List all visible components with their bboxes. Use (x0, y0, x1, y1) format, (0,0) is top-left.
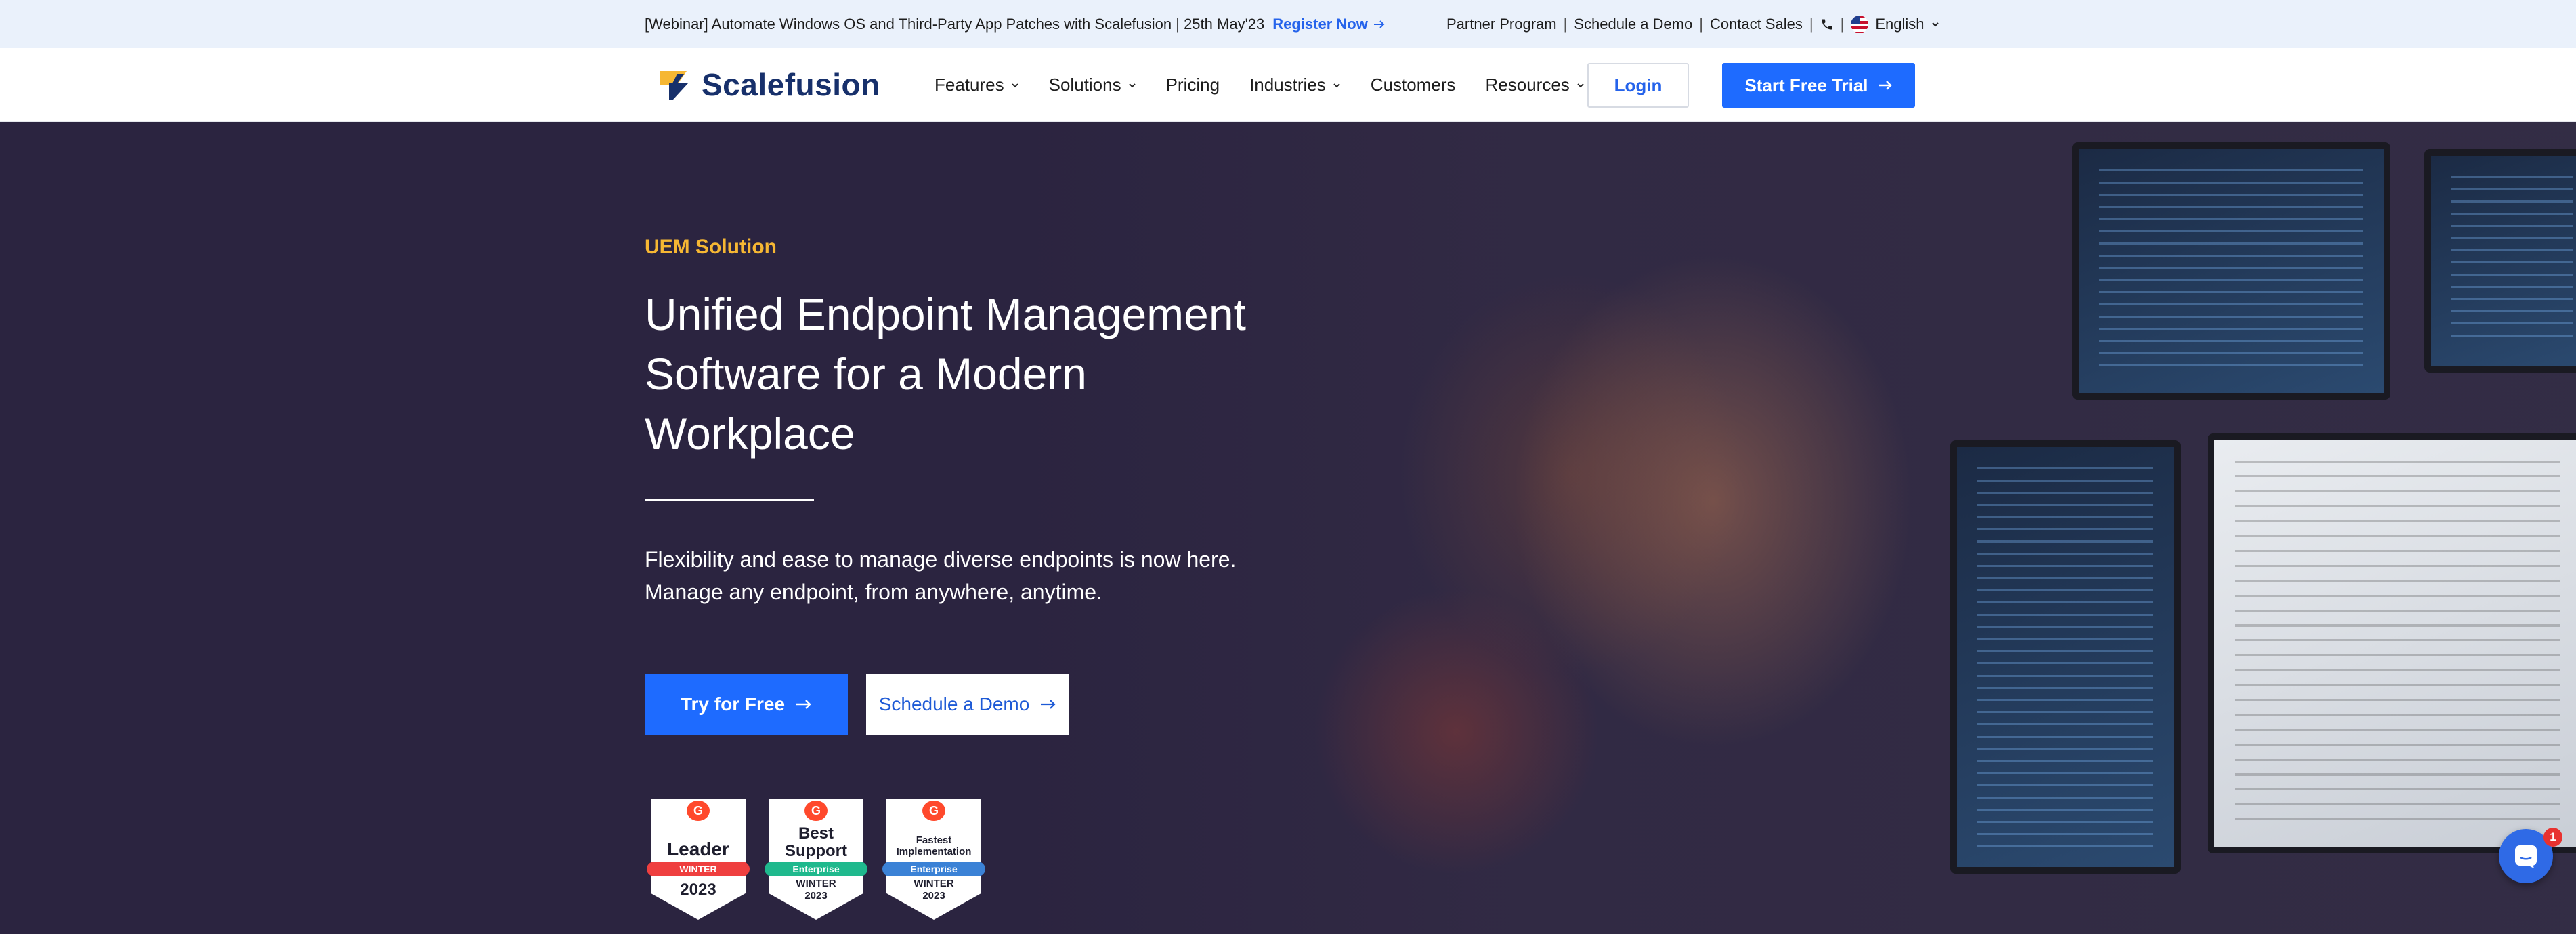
register-now-link[interactable]: Register Now (1272, 16, 1386, 33)
badge-title-line: Fastest (916, 834, 952, 846)
scalefusion-logo-icon (660, 71, 688, 100)
badge-season-line: WINTER (914, 878, 954, 889)
background-monitor (2208, 433, 2576, 853)
g2-badges: G Leader WINTER 2023 G Best Support Ente… (647, 799, 985, 921)
g2-logo-icon: G (922, 801, 945, 821)
chevron-down-icon (1011, 83, 1018, 87)
phone-icon[interactable] (1820, 18, 1834, 31)
language-label: English (1875, 15, 1925, 33)
badge-title: Best Support (769, 825, 863, 860)
register-now-label: Register Now (1272, 15, 1368, 33)
badge-season: 2023 (680, 880, 716, 899)
hero-section: UEM Solution Unified Endpoint Management… (0, 122, 2576, 934)
g2-badge-fastest-implementation: G Fastest Implementation Enterprise WINT… (882, 799, 985, 921)
chevron-down-icon (1577, 83, 1584, 87)
badge-title: Leader (667, 839, 729, 859)
badge-season-line: 2023 (804, 890, 828, 901)
g2-badge-leader: G Leader WINTER 2023 (647, 799, 750, 921)
arrow-right-icon (1878, 81, 1892, 90)
g2-logo-icon: G (804, 801, 828, 821)
login-button[interactable]: Login (1587, 63, 1689, 108)
try-for-free-button[interactable]: Try for Free (645, 674, 848, 735)
chat-bubble-icon (2515, 845, 2537, 868)
badge-ribbon: Enterprise (882, 862, 985, 876)
main-nav: Scalefusion Features Solutions Pricing I… (0, 48, 2576, 122)
arrow-right-icon (796, 700, 811, 709)
start-free-trial-button[interactable]: Start Free Trial (1722, 63, 1915, 108)
schedule-demo-label: Schedule a Demo (878, 694, 1030, 715)
divider: | (1563, 15, 1568, 33)
nav-item-solutions[interactable]: Solutions (1049, 75, 1136, 95)
nav-item-label: Features (935, 75, 1004, 95)
nav-menu: Features Solutions Pricing Industries Cu… (935, 48, 1585, 122)
background-monitor (1950, 440, 2181, 874)
nav-item-label: Solutions (1048, 75, 1121, 95)
hero-eyebrow: UEM Solution (645, 236, 777, 258)
chat-unread-badge: 1 (2543, 828, 2562, 847)
nav-item-label: Resources (1485, 75, 1570, 95)
g2-badge-best-support: G Best Support Enterprise WINTER 2023 (765, 799, 867, 921)
contact-sales-link[interactable]: Contact Sales (1710, 16, 1803, 33)
utility-links: Partner Program | Schedule a Demo | Cont… (1446, 0, 1939, 48)
brand-name: Scalefusion (702, 67, 880, 102)
g2-logo-icon: G (687, 801, 710, 821)
hero-subtext-line: Manage any endpoint, from anywhere, anyt… (645, 580, 1102, 604)
headline-divider (645, 499, 814, 501)
chevron-down-icon (1931, 22, 1939, 26)
nav-item-industries[interactable]: Industries (1249, 75, 1341, 95)
badge-title-line: Support (785, 842, 847, 860)
divider: | (1699, 15, 1703, 33)
arrow-right-icon (1373, 20, 1385, 28)
brand-logo[interactable]: Scalefusion (657, 66, 880, 104)
nav-item-label: Industries (1249, 75, 1326, 95)
badge-ribbon: Enterprise (765, 862, 867, 876)
us-flag-icon (1851, 15, 1869, 33)
schedule-demo-link[interactable]: Schedule a Demo (1574, 16, 1692, 33)
badge-ribbon: WINTER (647, 862, 750, 876)
announcement-bar: [Webinar] Automate Windows OS and Third-… (0, 0, 2576, 48)
badge-season-line: WINTER (796, 878, 836, 889)
divider: | (1809, 15, 1813, 33)
schedule-demo-button[interactable]: Schedule a Demo (866, 674, 1069, 735)
nav-item-label: Pricing (1165, 75, 1220, 95)
nav-item-features[interactable]: Features (935, 75, 1019, 95)
hero-headline: Unified Endpoint Management Software for… (645, 289, 1246, 459)
try-for-free-label: Try for Free (680, 694, 786, 715)
badge-title: Fastest Implementation (886, 834, 981, 857)
nav-item-customers[interactable]: Customers (1371, 75, 1456, 95)
badge-title-line: Best (798, 824, 834, 843)
chevron-down-icon (1333, 83, 1340, 87)
badge-season-line: 2023 (922, 890, 945, 901)
webinar-promo: [Webinar] Automate Windows OS and Third-… (645, 0, 1386, 48)
hero-subtext-line: Flexibility and ease to manage diverse e… (645, 547, 1237, 572)
nav-item-resources[interactable]: Resources (1486, 75, 1585, 95)
partner-program-link[interactable]: Partner Program (1446, 16, 1557, 33)
nav-item-label: Customers (1370, 75, 1456, 95)
start-free-trial-label: Start Free Trial (1744, 75, 1868, 95)
hero-background-photo (1016, 122, 2576, 934)
nav-item-pricing[interactable]: Pricing (1166, 75, 1220, 95)
arrow-right-icon (1041, 700, 1056, 709)
chevron-down-icon (1128, 83, 1136, 87)
background-monitor (2424, 149, 2576, 373)
hero-subtext: Flexibility and ease to manage diverse e… (645, 543, 1254, 608)
webinar-promo-text: [Webinar] Automate Windows OS and Third-… (645, 15, 1265, 33)
background-monitor (2072, 142, 2390, 400)
badge-season: WINTER 2023 (886, 878, 981, 902)
badge-season: WINTER 2023 (769, 878, 863, 902)
language-selector[interactable]: English (1851, 15, 1939, 33)
divider: | (1840, 15, 1845, 33)
badge-title-line: Implementation (896, 846, 972, 857)
